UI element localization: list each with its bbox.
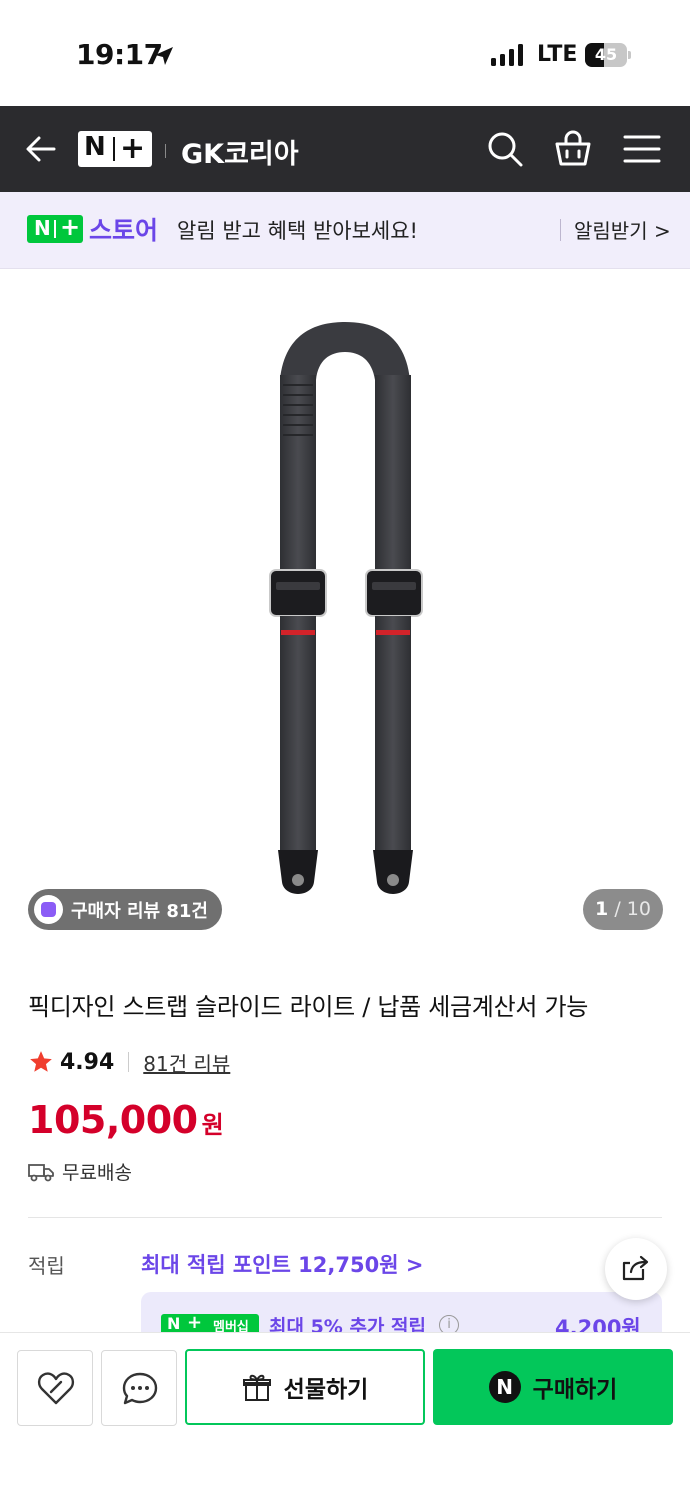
product-image-gallery[interactable]: 구매자 리뷰 81건 1 / 10 <box>0 270 690 950</box>
status-bar: 19:17 LTE 45 <box>0 0 690 106</box>
image-counter-current: 1 <box>595 898 609 920</box>
logo-n: N <box>84 132 106 162</box>
naver-plus-logo[interactable]: N + <box>78 131 152 167</box>
price-row: 105,000 원 <box>28 1098 224 1142</box>
product-strap-image <box>269 322 423 894</box>
location-arrow-icon <box>155 47 173 65</box>
banner-logo-n: N <box>34 216 51 240</box>
image-counter-total: / 10 <box>608 898 651 920</box>
logo-plus: + <box>120 131 146 166</box>
battery-level: 45 <box>594 45 618 64</box>
search-icon[interactable] <box>486 130 524 168</box>
price-unit: 원 <box>201 1111 224 1139</box>
banner-logo-plus: + <box>60 213 81 241</box>
product-title: 픽디자인 스트랩 슬라이드 라이트 / 납품 세금계산서 가능 <box>28 993 589 1021</box>
membership-badge-n: N <box>167 1314 181 1333</box>
back-arrow-icon[interactable] <box>24 132 58 166</box>
notification-banner[interactable]: N + 스토어 알림 받고 혜택 받아보세요! 알림받기 > <box>0 192 690 269</box>
review-bag-icon <box>34 895 63 924</box>
cart-icon[interactable] <box>553 128 593 168</box>
banner-message: 알림 받고 혜택 받아보세요! <box>177 219 418 243</box>
star-icon <box>30 1051 52 1072</box>
header-divider <box>165 144 166 158</box>
image-counter: 1 / 10 <box>583 889 663 930</box>
points-label: 적립 <box>28 1254 65 1278</box>
chat-button[interactable] <box>101 1350 177 1426</box>
banner-store-label: 스토어 <box>89 216 159 245</box>
share-icon <box>622 1255 649 1281</box>
section-divider <box>28 1217 662 1218</box>
network-label: LTE <box>537 42 578 67</box>
buy-label: 구매하기 <box>532 1377 618 1403</box>
status-time: 19:17 <box>76 38 163 71</box>
battery-icon: 45 <box>585 43 631 67</box>
naver-pay-icon: N <box>488 1371 521 1403</box>
membership-badge-plus: + <box>187 1312 203 1333</box>
bottom-action-bar: 선물하기 N 구매하기 <box>0 1332 690 1500</box>
banner-divider <box>560 219 561 241</box>
price-value: 105,000 <box>28 1098 198 1142</box>
buyer-review-badge[interactable]: 구매자 리뷰 81건 <box>28 889 222 930</box>
share-button[interactable] <box>605 1238 667 1300</box>
signal-icon <box>491 44 523 66</box>
product-page: 19:17 LTE 45 N + GK코리아 N + 스토어 알림 받고 혜택 … <box>0 0 690 1500</box>
gift-label: 선물하기 <box>283 1377 369 1403</box>
chat-bubble-icon <box>122 1372 158 1405</box>
truck-icon <box>28 1163 54 1181</box>
heart-icon <box>37 1372 75 1405</box>
gift-button[interactable]: 선물하기 <box>185 1349 425 1425</box>
store-name[interactable]: GK코리아 <box>181 132 299 171</box>
rating-row: 4.94 81건 리뷰 <box>28 1046 230 1078</box>
review-count-link[interactable]: 81건 리뷰 <box>143 1048 230 1077</box>
review-badge-text: 구매자 리뷰 81건 <box>71 900 208 922</box>
gift-icon <box>242 1374 271 1401</box>
subscribe-alerts-link[interactable]: 알림받기 > <box>574 215 671 244</box>
shipping-text: 무료배송 <box>62 1162 132 1184</box>
buy-button[interactable]: N 구매하기 <box>433 1349 673 1425</box>
menu-icon[interactable] <box>623 132 661 166</box>
shipping-row: 무료배송 <box>28 1158 132 1185</box>
banner-naver-plus-logo: N + <box>27 213 83 243</box>
wishlist-button[interactable] <box>17 1350 93 1426</box>
rating-divider <box>128 1052 130 1072</box>
rating-value: 4.94 <box>60 1049 115 1075</box>
max-points-link[interactable]: 최대 적립 포인트 12,750원 > <box>141 1249 423 1279</box>
app-header: N + GK코리아 <box>0 106 690 192</box>
